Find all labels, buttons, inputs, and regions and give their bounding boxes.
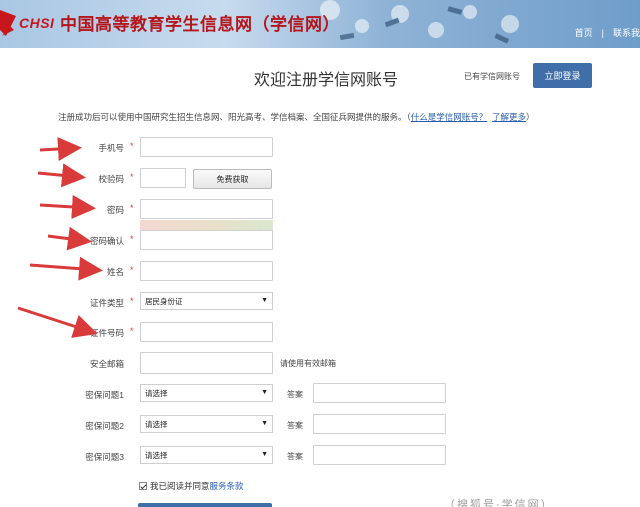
watermark-text: （搜狐号·学信网） xyxy=(444,499,554,507)
get-code-button[interactable]: 免费获取 xyxy=(193,169,272,189)
password-confirm-input[interactable] xyxy=(140,230,273,250)
answer-2-label: 答案 xyxy=(287,421,303,430)
email-input[interactable] xyxy=(140,352,273,374)
email-hint: 请使用有效邮箱 xyxy=(280,359,336,368)
required-mark: * xyxy=(130,203,134,213)
site-title[interactable]: 中国高等教育学生信息网（学信网） xyxy=(60,10,340,35)
nav-contact-link[interactable]: 联系我 xyxy=(613,26,640,39)
select-placeholder: 请选择 xyxy=(145,450,168,460)
registration-notice: 注册成功后可以使用中国研究生招生信息网、阳光高考、学信档案、全国征兵网提供的服务… xyxy=(58,111,535,123)
password-confirm-label: 密码确认 xyxy=(89,236,124,246)
id-type-value: 居民身份证 xyxy=(145,296,183,306)
phone-label: 手机号 xyxy=(98,143,124,153)
answer-2-input[interactable] xyxy=(313,414,446,434)
name-label: 姓名 xyxy=(106,267,124,277)
answer-1-label: 答案 xyxy=(287,390,303,399)
answer-3-label: 答案 xyxy=(287,452,303,461)
answer-1-input[interactable] xyxy=(313,383,446,403)
password-strength-bar xyxy=(140,220,273,230)
dropdown-arrow-icon: ▼ xyxy=(261,451,268,458)
name-input[interactable] xyxy=(140,261,273,281)
notice-paren-close: ） xyxy=(526,112,535,122)
select-placeholder: 请选择 xyxy=(145,388,168,398)
id-number-label: 证件号码 xyxy=(89,328,124,338)
required-mark: * xyxy=(130,141,134,151)
id-type-label: 证件类型 xyxy=(89,298,124,308)
login-button[interactable]: 立即登录 xyxy=(533,63,592,88)
security-question-1-label: 密保问题1 xyxy=(85,390,124,400)
top-nav: 首页 | 联系我 xyxy=(575,26,640,39)
submit-button[interactable] xyxy=(138,503,272,507)
required-mark: * xyxy=(130,265,134,275)
header-banner: CHSI 中国高等教育学生信息网（学信网） 首页 | 联系我 xyxy=(0,0,640,48)
security-question-2-select[interactable]: 请选择 ▼ xyxy=(140,415,273,433)
security-question-3-label: 密保问题3 xyxy=(85,452,124,462)
notice-text: 注册成功后可以使用中国研究生招生信息网、阳光高考、学信档案、全国征兵网提供的服务… xyxy=(58,112,407,122)
required-mark: * xyxy=(130,172,134,182)
security-question-1-select[interactable]: 请选择 ▼ xyxy=(140,384,273,402)
security-question-2-label: 密保问题2 xyxy=(85,421,124,431)
agree-text: 我已阅读并同意 xyxy=(150,481,210,491)
code-input[interactable] xyxy=(140,168,186,188)
required-mark: * xyxy=(130,326,134,336)
answer-3-input[interactable] xyxy=(313,445,446,465)
required-mark: * xyxy=(130,296,134,306)
terms-link[interactable]: 服务条款 xyxy=(210,480,244,492)
phone-input[interactable] xyxy=(140,137,273,157)
code-label: 校验码 xyxy=(98,174,124,184)
select-placeholder: 请选择 xyxy=(145,419,168,429)
password-input[interactable] xyxy=(140,199,273,219)
dropdown-arrow-icon: ▼ xyxy=(261,389,268,396)
page-title: 欢迎注册学信网账号 xyxy=(254,70,399,89)
learn-more-link[interactable]: 了解更多 xyxy=(492,112,526,122)
agree-checkbox[interactable] xyxy=(139,482,147,490)
id-number-input[interactable] xyxy=(140,322,273,342)
id-type-select[interactable]: 居民身份证 ▼ xyxy=(140,292,273,310)
security-question-3-select[interactable]: 请选择 ▼ xyxy=(140,446,273,464)
dropdown-arrow-icon: ▼ xyxy=(261,420,268,427)
what-is-account-link[interactable]: 什么是学信网账号？ xyxy=(411,112,488,122)
have-account-text: 已有学信网账号 xyxy=(464,72,520,81)
dropdown-arrow-icon: ▼ xyxy=(261,297,268,304)
password-label: 密码 xyxy=(106,205,124,215)
nav-home-link[interactable]: 首页 xyxy=(575,26,593,39)
email-label: 安全邮箱 xyxy=(89,359,124,369)
terms-agreement: 我已阅读并同意 服务条款 xyxy=(139,480,244,492)
nav-divider: | xyxy=(601,27,604,38)
required-mark: * xyxy=(130,234,134,244)
logo-text[interactable]: CHSI xyxy=(19,15,54,31)
